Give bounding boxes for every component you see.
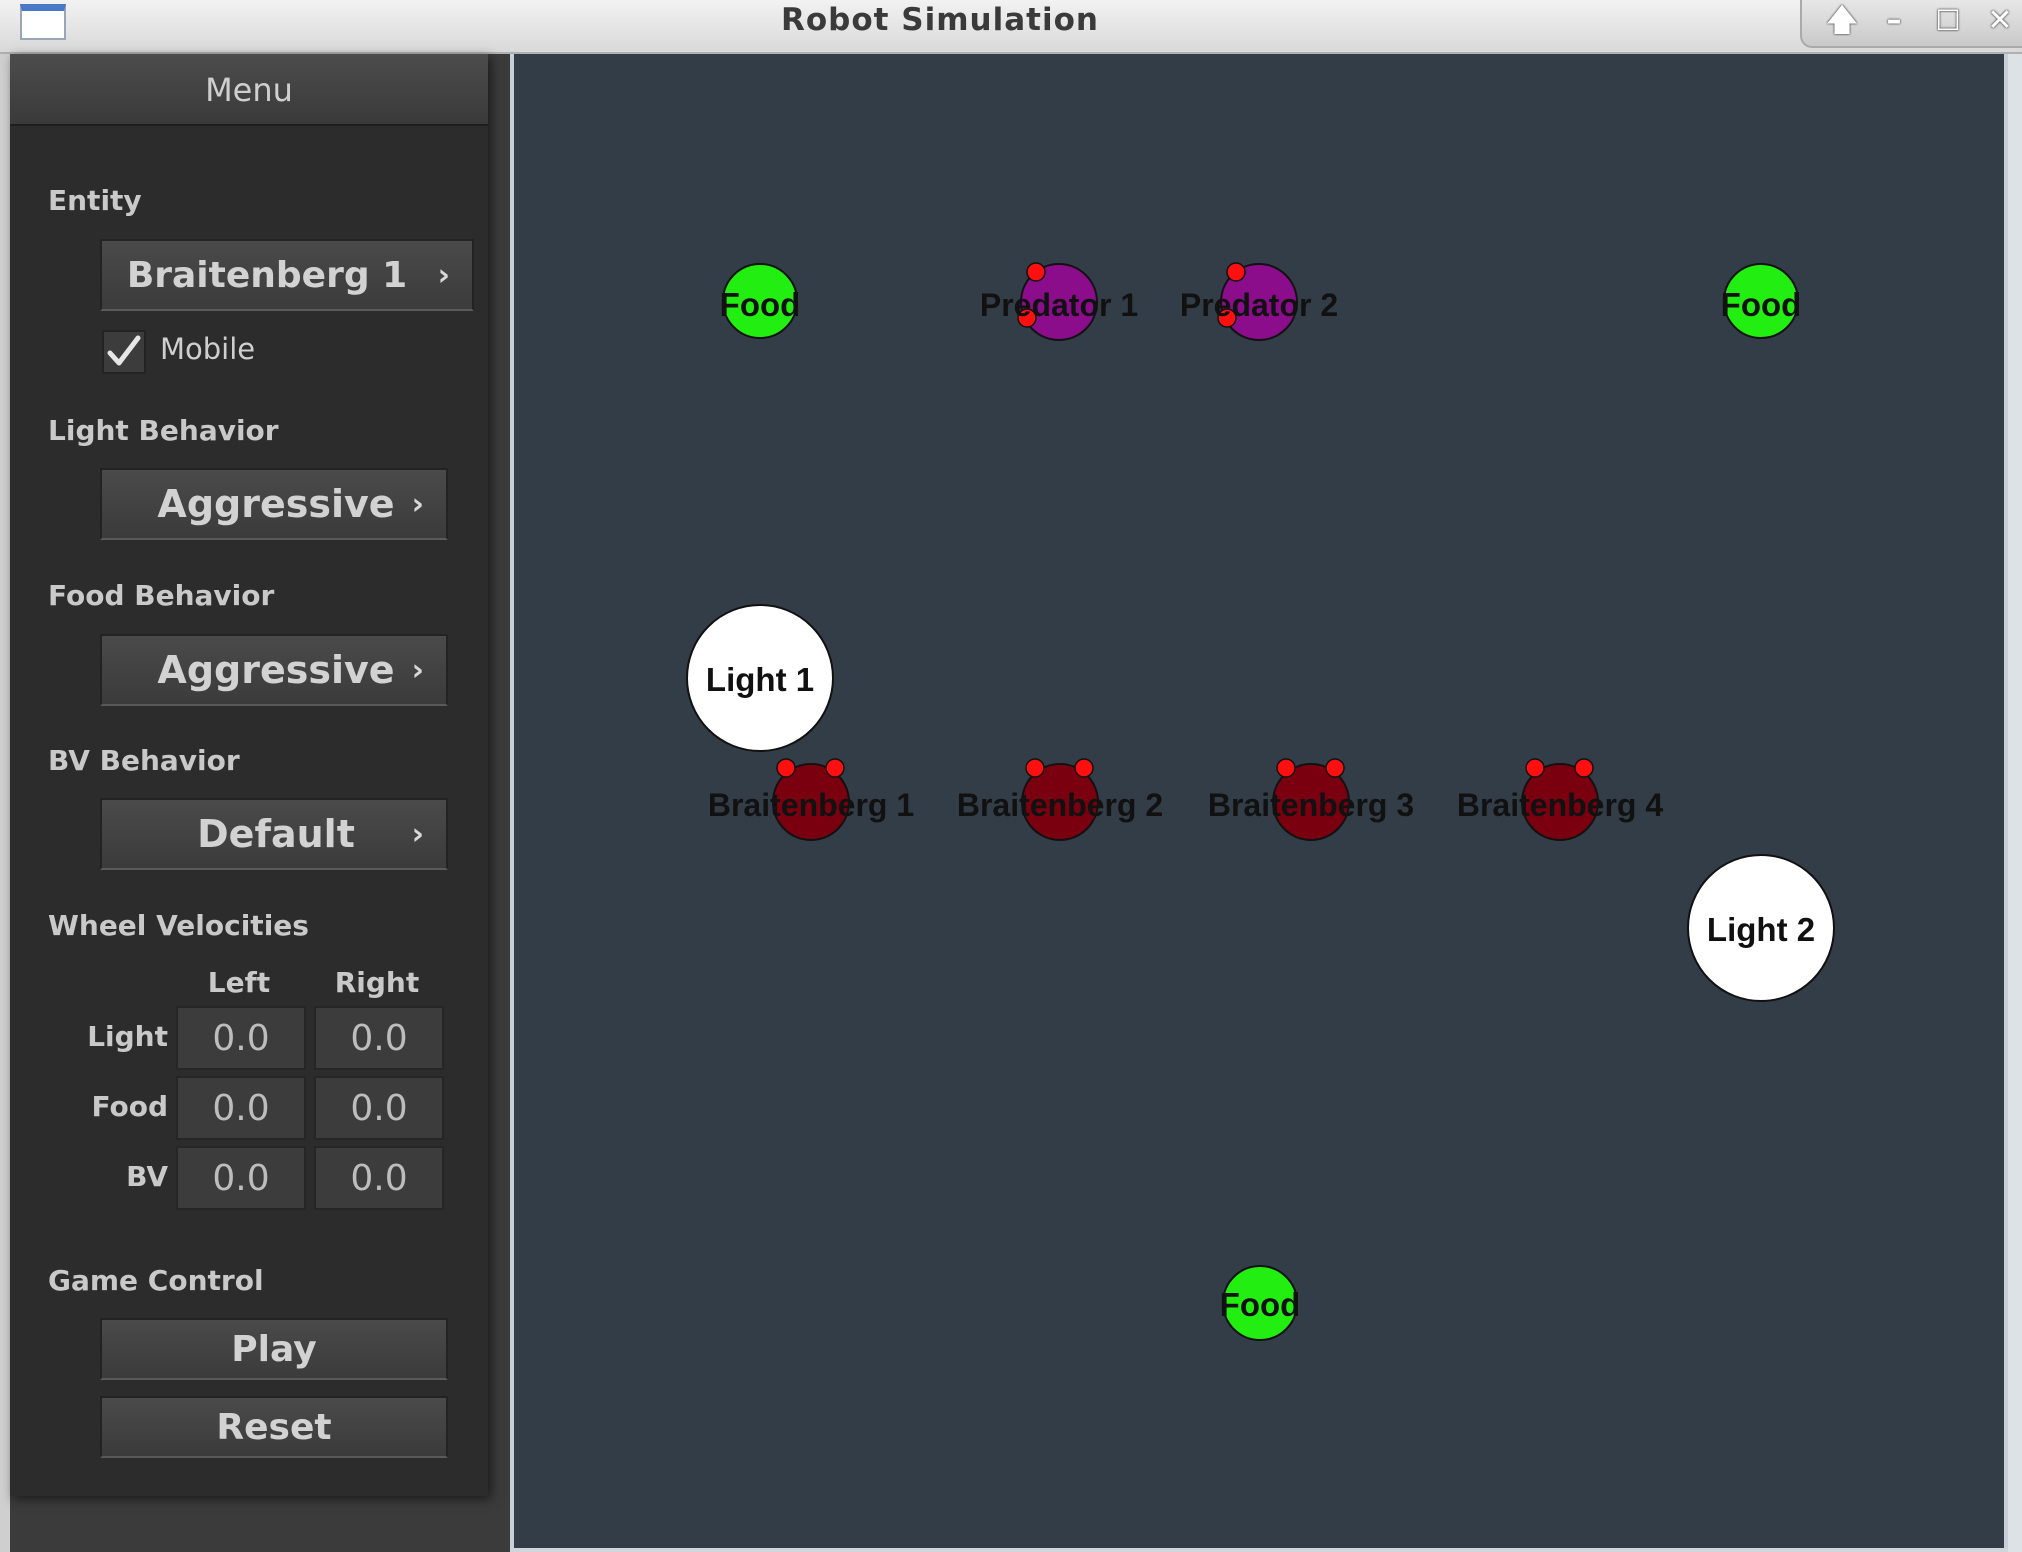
predator-label-2: Predator 2 bbox=[1180, 287, 1338, 323]
entity-select-value: Braitenberg 1 bbox=[126, 254, 408, 296]
shade-window-icon[interactable]: 🡅 bbox=[1822, 4, 1862, 38]
chevron-right-icon: › bbox=[437, 257, 450, 293]
velocity-row-light-label: Light bbox=[87, 1020, 168, 1053]
velocity-column-left: Left bbox=[207, 966, 271, 999]
food-left-velocity-field[interactable]: 0.0 bbox=[176, 1076, 306, 1140]
bv-left-velocity-field[interactable]: 0.0 bbox=[176, 1146, 306, 1210]
light-behavior-label: Light Behavior bbox=[48, 414, 279, 447]
light-behavior-value: Aggressive bbox=[157, 482, 395, 526]
braitenberg-label-6: Braitenberg 2 bbox=[957, 787, 1163, 823]
velocity-row-food-label: Food bbox=[91, 1090, 168, 1123]
maximize-window-icon[interactable]: ☐ bbox=[1928, 4, 1968, 38]
menu-panel: Menu Entity Braitenberg 1 › Mobile Light… bbox=[10, 54, 488, 1496]
food-behavior-select[interactable]: Aggressive › bbox=[100, 634, 448, 706]
game-control-label: Game Control bbox=[48, 1264, 264, 1297]
window-title: Robot Simulation bbox=[781, 2, 1099, 38]
chevron-right-icon: › bbox=[411, 816, 424, 852]
bv-behavior-value: Default bbox=[197, 812, 355, 856]
bv-right-velocity-field[interactable]: 0.0 bbox=[314, 1146, 444, 1210]
right-window-border bbox=[2008, 54, 2022, 1552]
food-label-0: Food bbox=[720, 286, 801, 323]
sensor-right-5 bbox=[825, 758, 845, 778]
entity-label: Entity bbox=[48, 184, 142, 217]
checkmark-icon bbox=[107, 335, 141, 366]
sensor-right-7 bbox=[1325, 758, 1345, 778]
window-controls: 🡅 – ☐ ✕ bbox=[1800, 0, 2022, 48]
sensor-left-8 bbox=[1525, 758, 1545, 778]
chevron-right-icon: › bbox=[411, 486, 424, 522]
entity-select[interactable]: Braitenberg 1 › bbox=[100, 239, 474, 311]
velocity-row-bv-label: BV bbox=[126, 1160, 168, 1193]
light-label-4: Light 1 bbox=[706, 661, 814, 698]
left-window-border bbox=[0, 54, 10, 1552]
light-left-velocity-field[interactable]: 0.0 bbox=[176, 1006, 306, 1070]
sensor-right-6 bbox=[1074, 758, 1094, 778]
bv-behavior-label: BV Behavior bbox=[48, 744, 240, 777]
reset-button[interactable]: Reset bbox=[100, 1396, 448, 1458]
mobile-label: Mobile bbox=[160, 332, 256, 366]
arena-bottom-border bbox=[510, 1548, 2008, 1552]
bv-behavior-select[interactable]: Default › bbox=[100, 798, 448, 870]
chevron-right-icon: › bbox=[411, 652, 424, 688]
light-label-9: Light 2 bbox=[1707, 911, 1815, 948]
minimize-window-icon[interactable]: – bbox=[1874, 4, 1914, 38]
food-behavior-label: Food Behavior bbox=[48, 579, 275, 612]
close-window-icon[interactable]: ✕ bbox=[1980, 4, 2020, 38]
sensor-top-2 bbox=[1226, 262, 1246, 282]
mobile-checkbox[interactable] bbox=[102, 330, 146, 374]
food-right-velocity-field[interactable]: 0.0 bbox=[314, 1076, 444, 1140]
food-label-3: Food bbox=[1721, 286, 1802, 323]
braitenberg-label-8: Braitenberg 4 bbox=[1457, 787, 1663, 823]
title-bar: Robot Simulation 🡅 – ☐ ✕ bbox=[0, 0, 2022, 54]
sensor-right-8 bbox=[1574, 758, 1594, 778]
sensor-top-1 bbox=[1026, 262, 1046, 282]
braitenberg-label-7: Braitenberg 3 bbox=[1208, 787, 1414, 823]
food-label-10: Food bbox=[1220, 1286, 1301, 1323]
play-button[interactable]: Play bbox=[100, 1318, 448, 1380]
sensor-left-7 bbox=[1276, 758, 1296, 778]
menu-header[interactable]: Menu bbox=[10, 54, 488, 126]
arena-canvas[interactable]: Food Predator 1 Predator 2 Food Light 1 Brait… bbox=[514, 54, 2004, 1548]
sensor-left-6 bbox=[1025, 758, 1045, 778]
light-behavior-select[interactable]: Aggressive › bbox=[100, 468, 448, 540]
food-behavior-value: Aggressive bbox=[157, 648, 395, 692]
predator-label-1: Predator 1 bbox=[980, 287, 1138, 323]
wheel-velocities-label: Wheel Velocities bbox=[48, 909, 309, 942]
light-right-velocity-field[interactable]: 0.0 bbox=[314, 1006, 444, 1070]
sensor-left-5 bbox=[776, 758, 796, 778]
braitenberg-label-5: Braitenberg 1 bbox=[708, 787, 914, 823]
velocity-column-right: Right bbox=[334, 966, 420, 999]
